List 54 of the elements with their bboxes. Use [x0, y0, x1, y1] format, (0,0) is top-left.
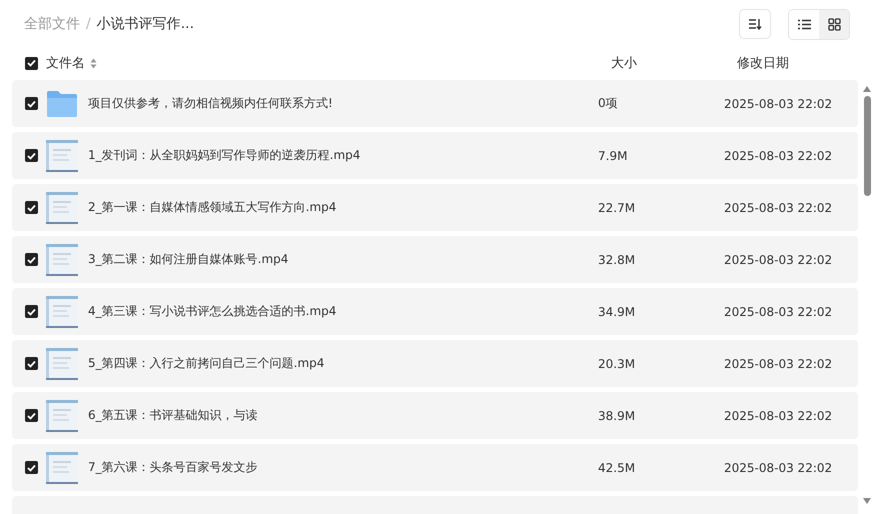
row-checkbox[interactable]	[25, 305, 38, 318]
file-name: 2_第一课：自媒体情感领域五大写作方向.mp4	[88, 199, 338, 216]
modified-date: 2025-08-03 22:02	[724, 96, 832, 110]
file-row[interactable]: 6_第五课：书评基础知识，与读 38.9M 2025-08-03 22:02	[12, 392, 858, 439]
file-name: 7_第六课：头条号百家号发文步	[88, 459, 259, 476]
file-size: 7.9M	[598, 148, 628, 162]
file-size: 38.9M	[598, 408, 636, 422]
row-checkbox[interactable]	[25, 461, 38, 474]
file-size: 34.9M	[598, 304, 636, 318]
file-name: 4_第三课：写小说书评怎么挑选合适的书.mp4	[88, 303, 338, 320]
file-row[interactable]: 项目仅供参考，请勿相信视频内任何联系方式! 0项 2025-08-03 22:02	[12, 80, 858, 127]
modified-date: 2025-08-03 22:02	[724, 252, 832, 266]
row-checkbox[interactable]	[25, 357, 38, 370]
file-row[interactable]: 4_第三课：写小说书评怎么挑选合适的书.mp4 34.9M 2025-08-03 22:02	[12, 288, 858, 335]
list-icon	[798, 18, 810, 30]
modified-date: 2025-08-03 22:02	[724, 304, 832, 318]
row-checkbox[interactable]	[25, 253, 38, 266]
file-row[interactable]: 3_第二课：如何注册自媒体账号.mp4 32.8M 2025-08-03 22:02	[12, 236, 858, 283]
grid-icon	[828, 18, 840, 30]
file-name: 6_第五课：书评基础知识，与读	[88, 407, 259, 424]
row-checkbox[interactable]	[25, 97, 38, 110]
select-all-checkbox[interactable]	[25, 56, 38, 70]
modified-date: 2025-08-03 22:02	[724, 200, 832, 214]
file-name: 3_第二课：如何注册自媒体账号.mp4	[88, 251, 290, 268]
modified-date: 2025-08-03 22:02	[724, 460, 832, 474]
modified-date: 2025-08-03 22:02	[724, 408, 832, 422]
column-header[interactable]: 文件名	[46, 54, 85, 72]
file-size: 0项	[598, 95, 619, 112]
breadcrumb-separator: /	[86, 16, 91, 32]
file-name: 5_第四课：入行之前拷问自己三个问题.mp4	[88, 355, 326, 372]
file-size: 42.5M	[598, 460, 636, 474]
sort-icon	[748, 18, 762, 30]
file-row[interactable]: 2_第一课：自媒体情感领域五大写作方向.mp4 22.7M 2025-08-03 22:02	[12, 184, 858, 231]
row-checkbox[interactable]	[25, 149, 38, 162]
column-header[interactable]: 修改日期	[737, 54, 789, 72]
file-size: 20.3M	[598, 356, 636, 370]
file-size: 22.7M	[598, 200, 636, 214]
file-size: 32.8M	[598, 252, 636, 266]
modified-date: 2025-08-03 22:02	[724, 148, 832, 162]
column-header[interactable]: 大小	[611, 54, 737, 72]
file-name: 1_发刊词：从全职妈妈到写作导师的逆袭历程.mp4	[88, 147, 362, 164]
sort-arrows-icon[interactable]	[90, 58, 97, 68]
scroll-down-icon[interactable]	[863, 498, 871, 504]
file-row[interactable]: 7_第六课：头条号百家号发文步 42.5M 2025-08-03 22:02	[12, 444, 858, 491]
breadcrumb-item: 小说书评写作...	[96, 15, 194, 33]
grid-view-button[interactable]	[819, 10, 849, 38]
file-row[interactable]: 1_发刊词：从全职妈妈到写作导师的逆袭历程.mp4 7.9M 2025-08-03 22:02	[12, 132, 858, 179]
file-row[interactable]: 5_第四课：入行之前拷问自己三个问题.mp4 20.3M 2025-08-03 22:02	[12, 340, 858, 387]
scroll-up-icon[interactable]	[863, 86, 871, 92]
row-checkbox[interactable]	[25, 201, 38, 214]
row-checkbox[interactable]	[25, 409, 38, 422]
sort-button[interactable]	[739, 9, 771, 39]
file-name: 项目仅供参考，请勿相信视频内任何联系方式!	[88, 95, 334, 112]
modified-date: 2025-08-03 22:02	[724, 356, 832, 370]
